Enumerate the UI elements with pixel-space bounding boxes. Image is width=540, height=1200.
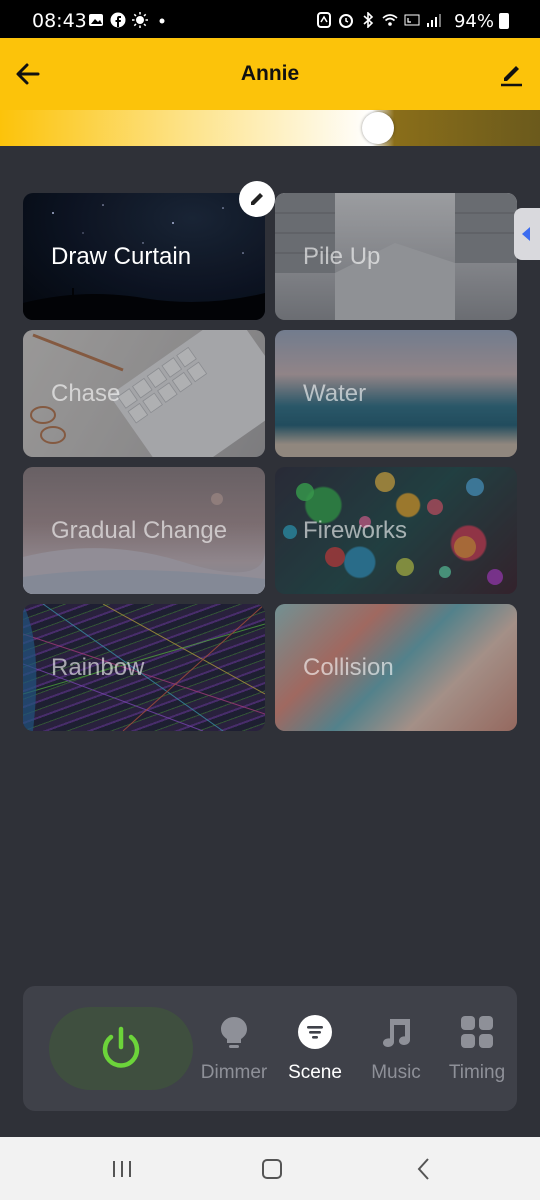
bulb-icon xyxy=(221,1017,247,1048)
scene-label: Fireworks xyxy=(303,517,408,544)
bluetooth-icon xyxy=(363,12,374,28)
nav-label: Scene xyxy=(288,1062,342,1083)
dot-icon xyxy=(159,18,165,24)
music-icon xyxy=(383,1019,410,1047)
scene-tile-collision[interactable]: Collision xyxy=(275,604,517,731)
chevron-left-icon xyxy=(522,227,530,241)
app-header: Annie xyxy=(0,38,540,110)
scene-label: Collision xyxy=(303,654,394,681)
scene-label: Rainbow xyxy=(51,654,145,681)
status-right-icons xyxy=(316,12,442,28)
battery-percent: 94% xyxy=(453,11,494,32)
scene-edit-button[interactable] xyxy=(239,181,275,217)
scene-label: Pile Up xyxy=(303,243,381,270)
page-title: Annie xyxy=(240,62,300,85)
alarm-icon xyxy=(339,14,353,28)
side-drawer-tab[interactable] xyxy=(514,208,540,260)
home-icon[interactable] xyxy=(262,1159,282,1179)
scene-icon xyxy=(298,1015,332,1049)
nav-scene[interactable]: Scene xyxy=(275,1014,355,1084)
battery-icon xyxy=(499,13,509,29)
scene-label: Chase xyxy=(51,380,121,407)
nfc-icon xyxy=(317,12,331,28)
scene-tile-rainbow[interactable]: Rainbow xyxy=(23,604,265,731)
scene-tile-draw-curtain[interactable]: Draw Curtain xyxy=(23,193,265,320)
nav-timing[interactable]: Timing xyxy=(437,1014,517,1084)
volte-icon xyxy=(404,14,420,26)
system-back-icon[interactable] xyxy=(414,1157,434,1181)
recent-apps-icon[interactable] xyxy=(110,1159,134,1179)
status-time: 08:43 xyxy=(32,10,87,32)
scene-tile-chase[interactable]: Chase xyxy=(23,330,265,457)
system-nav-bar xyxy=(0,1137,540,1200)
brightness-icon xyxy=(132,12,148,28)
brightness-slider[interactable] xyxy=(0,110,540,146)
scene-label: Gradual Change xyxy=(51,517,228,544)
scene-tile-water[interactable]: Water xyxy=(275,330,517,457)
facebook-icon xyxy=(110,12,126,28)
scene-label: Draw Curtain xyxy=(51,243,192,270)
scene-label: Water xyxy=(303,380,367,407)
power-button[interactable] xyxy=(49,1007,193,1090)
nav-music[interactable]: Music xyxy=(356,1014,436,1084)
status-left-icons xyxy=(88,12,170,28)
pencil-icon xyxy=(251,193,263,205)
grid-icon xyxy=(461,1016,493,1048)
signal-icon xyxy=(427,14,441,27)
nav-label: Dimmer xyxy=(200,1062,268,1083)
edit-icon[interactable] xyxy=(496,58,526,88)
scene-tile-pile-up[interactable]: Pile Up xyxy=(275,193,517,320)
wifi-icon xyxy=(382,14,398,26)
nav-label: Timing xyxy=(448,1062,506,1083)
status-bar: 08:43 94% xyxy=(0,0,540,38)
bottom-control-panel: Dimmer Scene Music Timing xyxy=(23,986,517,1111)
nav-label: Music xyxy=(371,1062,421,1083)
scene-tile-gradual-change[interactable]: Gradual Change xyxy=(23,467,265,594)
nav-dimmer[interactable]: Dimmer xyxy=(194,1014,274,1084)
gallery-icon xyxy=(89,14,103,26)
power-icon xyxy=(102,1026,140,1068)
brightness-slider-thumb[interactable] xyxy=(362,112,394,144)
scene-tile-fireworks[interactable]: Fireworks xyxy=(275,467,517,594)
